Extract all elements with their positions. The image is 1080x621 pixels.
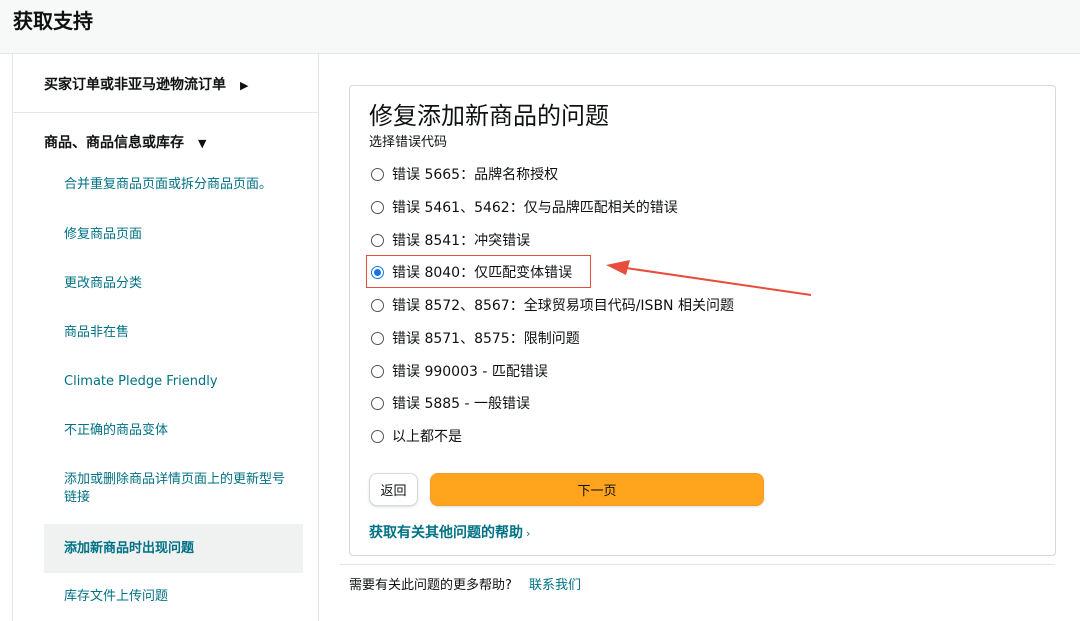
sidebar-category-products[interactable]: 商品、商品信息或库存 ▼	[13, 132, 318, 154]
card-subheading: 选择错误代码	[369, 135, 448, 150]
option-label: 错误 8541：冲突错误	[392, 233, 531, 249]
error-code-card: 修复添加新商品的问题 选择错误代码 错误 5665：品牌名称授权 错误 5461…	[349, 85, 1056, 556]
option-label: 错误 5665：品牌名称授权	[392, 167, 559, 183]
radio-icon[interactable]	[371, 331, 384, 345]
card-heading: 修复添加新商品的问题	[369, 102, 609, 130]
option-error-8541[interactable]: 错误 8541：冲突错误	[371, 229, 530, 251]
option-error-8571-8575[interactable]: 错误 8571、8575：限制问题	[371, 327, 580, 349]
sidebar-category-buyer-orders[interactable]: 买家订单或非亚马逊物流订单 ▶	[13, 74, 318, 96]
sidebar-item-model-link[interactable]: 添加或删除商品详情页面上的更新型号链接	[44, 471, 303, 507]
sidebar-item-merge-pages[interactable]: 合并重复商品页面或拆分商品页面。	[44, 176, 303, 194]
option-label: 以上都不是	[392, 429, 462, 445]
sidebar: 买家订单或非亚马逊物流订单 ▶ 商品、商品信息或库存 ▼ 合并重复商品页面或拆分商品…	[12, 54, 319, 621]
option-error-5885[interactable]: 错误 5885 - 一般错误	[371, 392, 530, 414]
caret-down-icon: ▼	[198, 137, 207, 150]
sidebar-item-climate-pledge[interactable]: Climate Pledge Friendly	[44, 373, 303, 391]
page-header: 获取支持	[0, 0, 1080, 54]
sidebar-divider	[13, 112, 318, 113]
radio-icon[interactable]	[371, 429, 384, 443]
radio-icon[interactable]	[371, 167, 384, 181]
radio-icon[interactable]	[371, 233, 384, 247]
page-title: 获取支持	[13, 9, 93, 33]
option-error-5665[interactable]: 错误 5665：品牌名称授权	[371, 163, 558, 185]
option-label: 错误 5461、5462：仅与品牌匹配相关的错误	[392, 200, 678, 216]
footer-divider	[340, 564, 1055, 565]
other-issues-help-link[interactable]: 获取有关其他问题的帮助 ›	[369, 522, 530, 542]
help-link-label: 获取有关其他问题的帮助	[369, 525, 523, 541]
annotation-highlight-box	[366, 255, 591, 288]
sidebar-item-not-on-sale[interactable]: 商品非在售	[44, 324, 303, 342]
category-label: 商品、商品信息或库存	[44, 135, 184, 151]
contact-us-link[interactable]: 联系我们	[529, 574, 581, 593]
option-error-5461-5462[interactable]: 错误 5461、5462：仅与品牌匹配相关的错误	[371, 196, 678, 218]
option-none-of-above[interactable]: 以上都不是	[371, 425, 462, 447]
option-label: 错误 990003 - 匹配错误	[392, 364, 548, 380]
sidebar-item-change-category[interactable]: 更改商品分类	[44, 275, 303, 293]
sidebar-item-incorrect-variation[interactable]: 不正确的商品变体	[44, 422, 303, 440]
sidebar-item-fix-page[interactable]: 修复商品页面	[44, 226, 303, 244]
sidebar-item-inventory-upload[interactable]: 库存文件上传问题	[44, 588, 303, 606]
back-button[interactable]: 返回	[369, 473, 418, 506]
annotation-arrow-icon	[606, 260, 812, 296]
radio-icon[interactable]	[371, 396, 384, 410]
sidebar-item-add-product-issue[interactable]: 添加新商品时出现问题	[44, 524, 303, 573]
radio-icon[interactable]	[371, 200, 384, 214]
radio-icon[interactable]	[371, 298, 384, 312]
chevron-right-icon: ›	[526, 527, 531, 540]
caret-right-icon: ▶	[240, 79, 249, 92]
next-button[interactable]: 下一页	[430, 473, 764, 506]
radio-icon[interactable]	[371, 364, 384, 378]
option-error-990003[interactable]: 错误 990003 - 匹配错误	[371, 360, 548, 382]
footer-help-text: 需要有关此问题的更多帮助?	[349, 578, 512, 593]
option-label: 错误 5885 - 一般错误	[392, 396, 531, 412]
category-label: 买家订单或非亚马逊物流订单	[44, 77, 226, 93]
option-label: 错误 8571、8575：限制问题	[392, 331, 580, 347]
